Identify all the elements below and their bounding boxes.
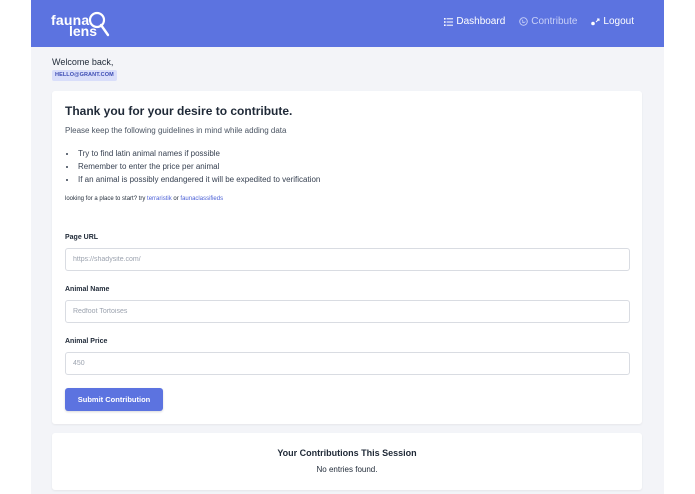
nav-links: Dashboard Contribute Logout xyxy=(444,16,634,27)
contribute-card: Thank you for your desire to contribute.… xyxy=(52,91,642,424)
page-url-input[interactable] xyxy=(65,248,630,271)
form-subheading: Please keep the following guidelines in … xyxy=(65,126,287,135)
logout-icon xyxy=(591,18,600,25)
guidelines-list: Try to find latin animal names if possib… xyxy=(77,147,320,186)
brand-logo[interactable]: fauna lens xyxy=(51,8,111,40)
session-title: Your Contributions This Session xyxy=(277,448,417,458)
nav-dashboard-label: Dashboard xyxy=(456,16,506,27)
user-email-badge: HELLO@GRANT.COM xyxy=(52,70,117,81)
animal-name-input[interactable] xyxy=(65,300,630,323)
page-url-label: Page URL xyxy=(65,234,99,241)
app-window: fauna lens Dashboard Contribute Logout W… xyxy=(31,0,664,494)
list-item: If an animal is possibly endangered it w… xyxy=(77,173,320,186)
form-heading: Thank you for your desire to contribute. xyxy=(65,104,293,118)
nav-logout-label: Logout xyxy=(603,16,634,27)
magnifier-icon xyxy=(88,11,110,37)
animal-price-input[interactable] xyxy=(65,352,630,375)
list-item: Remember to enter the price per animal xyxy=(77,160,320,173)
nav-contribute-label: Contribute xyxy=(531,16,578,27)
terraristik-link[interactable]: terraristik xyxy=(147,196,172,202)
start-hint: looking for a place to start? try terrar… xyxy=(65,196,223,202)
hint-or: or xyxy=(173,196,179,202)
animal-name-label: Animal Name xyxy=(65,286,110,293)
globe-icon xyxy=(519,17,528,26)
submit-contribution-button[interactable]: Submit Contribution xyxy=(65,388,163,411)
faunaclassifieds-link[interactable]: faunaclassifieds xyxy=(180,196,223,202)
nav-dashboard[interactable]: Dashboard xyxy=(444,16,505,27)
nav-contribute[interactable]: Contribute xyxy=(519,16,577,27)
session-contributions-card: Your Contributions This Session No entri… xyxy=(52,433,642,490)
list-icon xyxy=(444,17,454,26)
hint-prefix: looking for a place to start? try xyxy=(65,196,146,202)
nav-logout[interactable]: Logout xyxy=(591,16,634,27)
animal-price-label: Animal Price xyxy=(65,338,108,345)
empty-state-text: No entries found. xyxy=(316,465,378,474)
list-item: Try to find latin animal names if possib… xyxy=(77,147,320,160)
navbar: fauna lens Dashboard Contribute Logout xyxy=(31,0,664,47)
welcome-text: Welcome back, xyxy=(52,57,114,67)
